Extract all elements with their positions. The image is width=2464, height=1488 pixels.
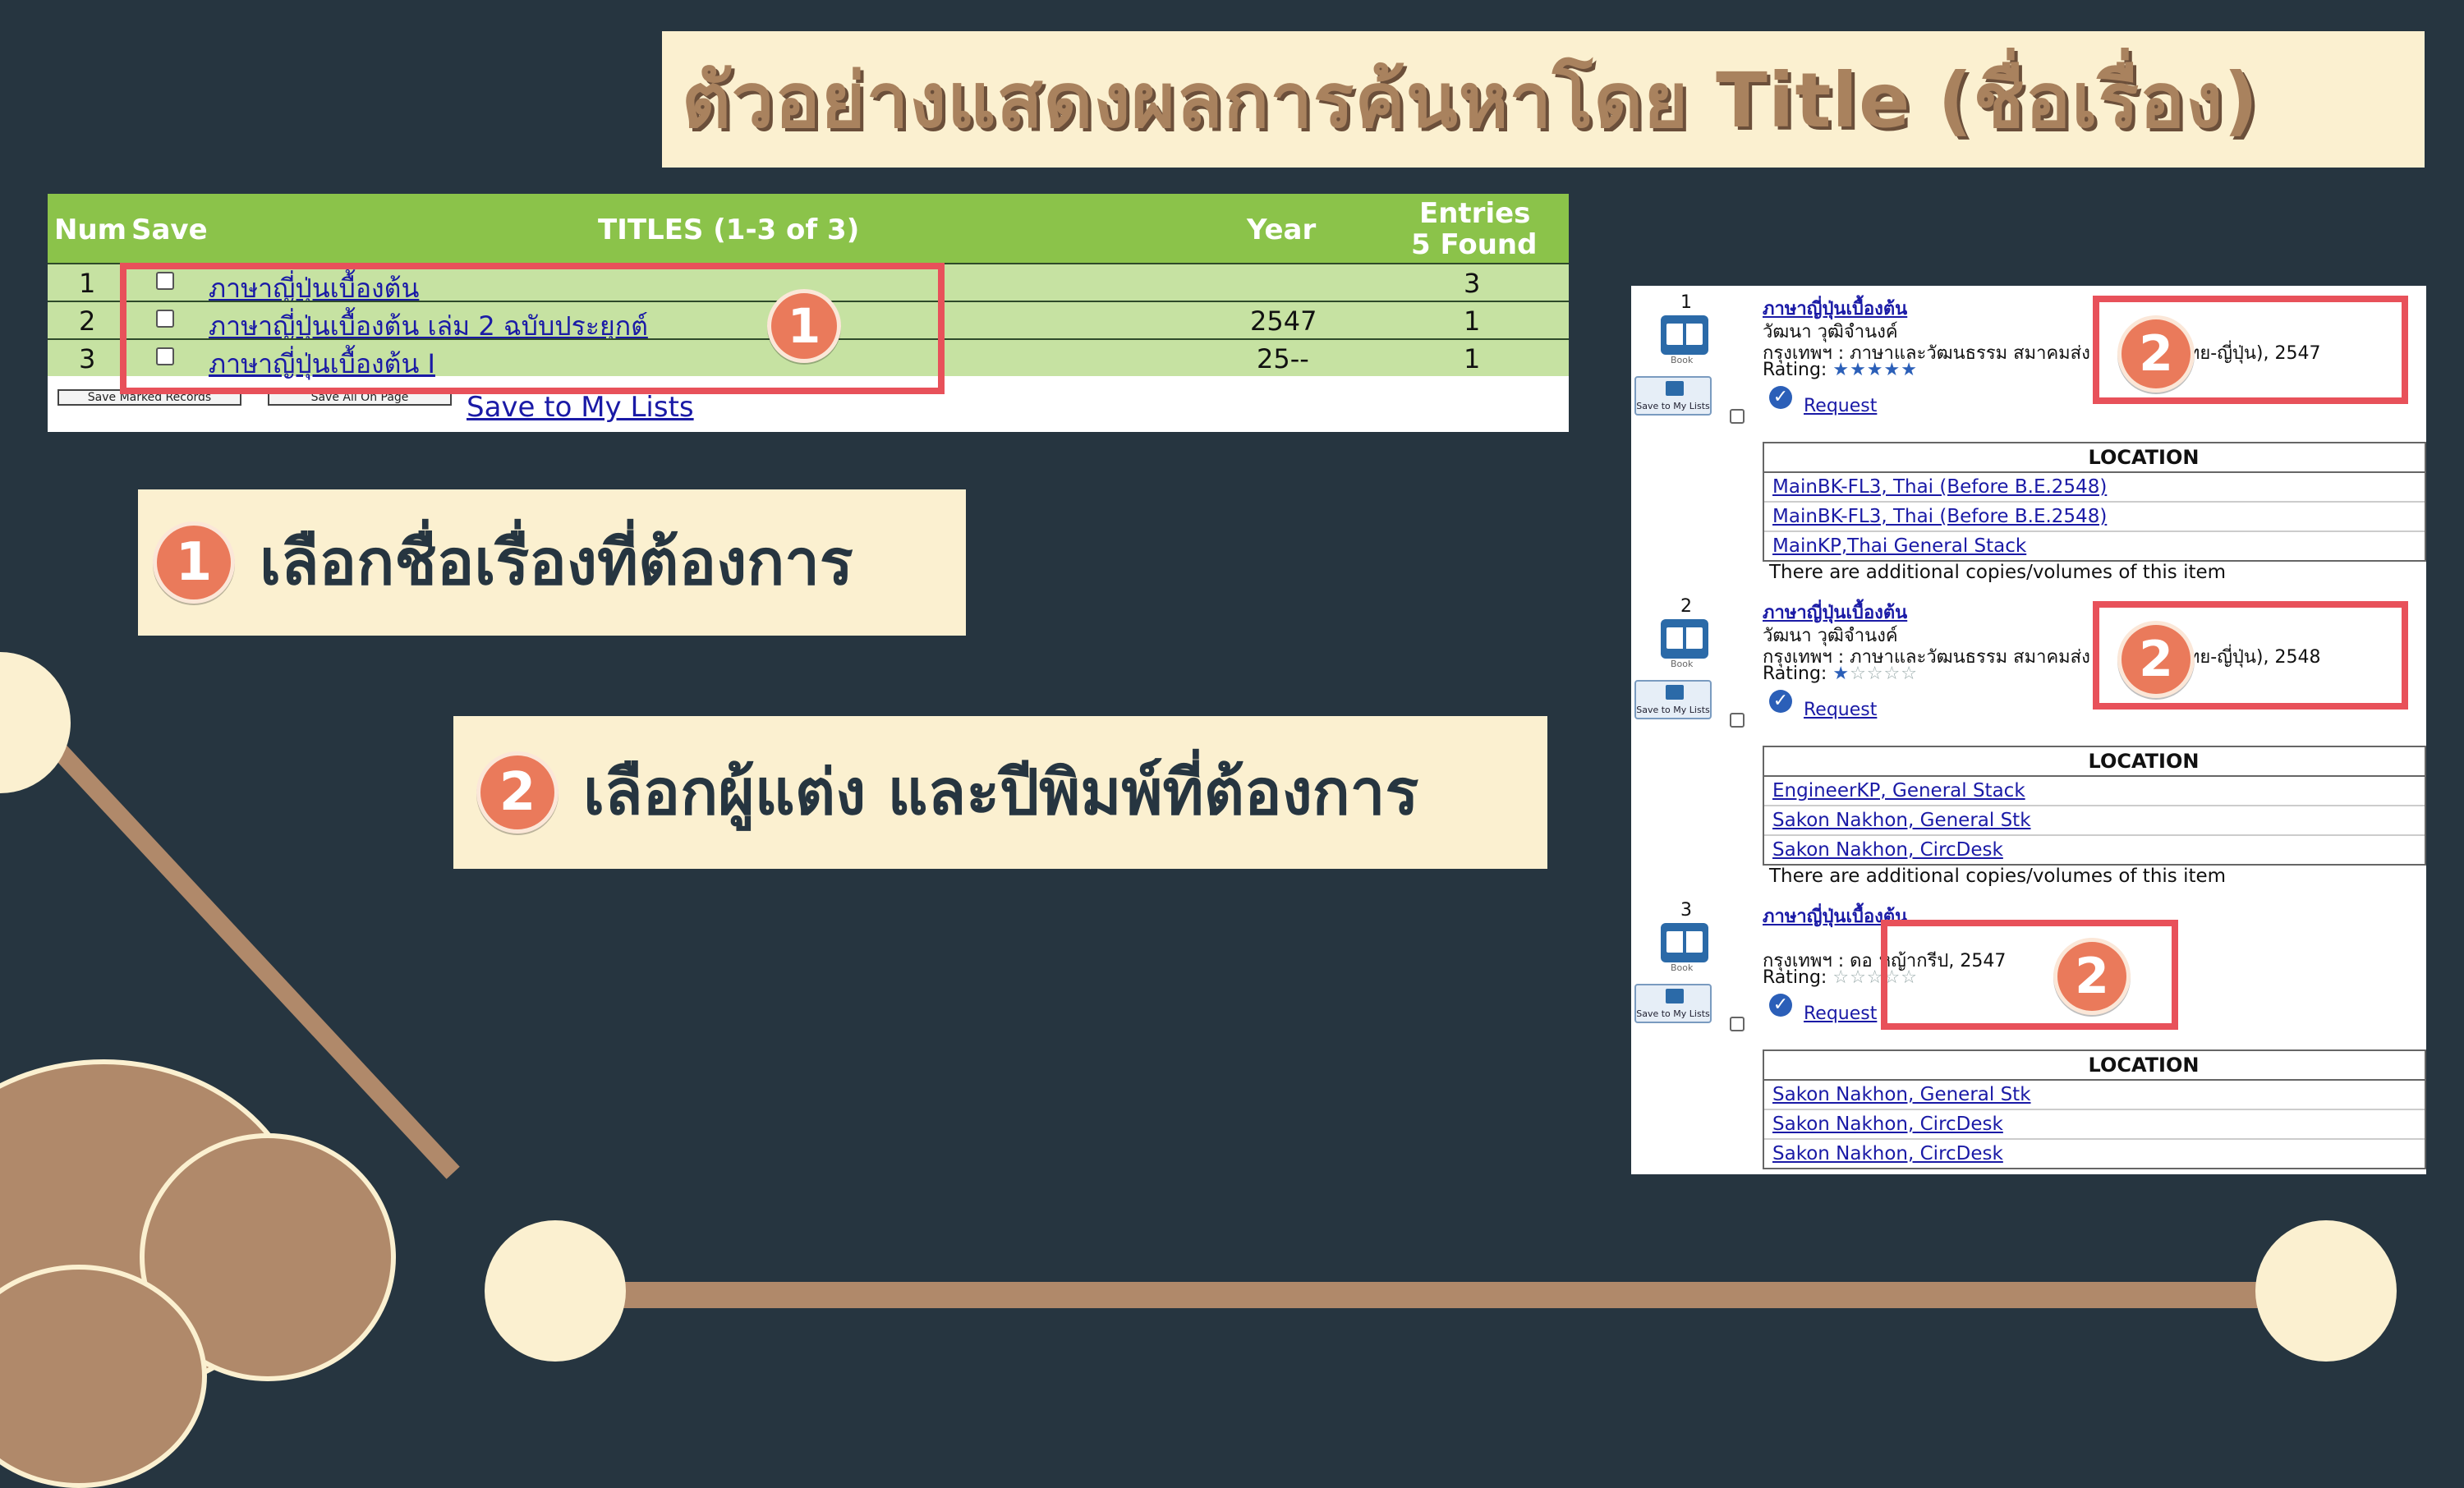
location-link[interactable]: MainKP,Thai General Stack [1772,535,2026,557]
check-icon: ✓ [1769,994,1792,1017]
header-num: Num [54,214,127,246]
location-link[interactable]: Sakon Nakhon, CircDesk [1772,839,2003,861]
record-rating: Rating: ★★★★★ [1763,360,1918,380]
header-entries-found: 5 Found [1411,228,1538,261]
record-save-checkbox[interactable] [1730,1017,1745,1031]
row-num: 1 [79,268,96,299]
badge-number-1: 1 [767,289,841,363]
highlight-box-author-year-3 [1881,920,2178,1030]
callout-1-number: 1 [153,521,235,604]
header-titles: TITLES (1-3 of 3) [598,214,860,246]
rating-stars: ★★★★★ [1832,360,1918,380]
check-icon: ✓ [1769,386,1792,409]
location-link[interactable]: Sakon Nakhon, CircDesk [1772,1114,2003,1135]
location-header: LOCATION [1764,1051,2425,1081]
save-to-list-icon[interactable]: Save to My Lists [1634,376,1712,416]
decor-circle-middle [485,1220,626,1362]
book-icon [1661,923,1708,962]
decor-circle-right [2255,1220,2397,1362]
slide-title: ตัวอย่างแสดงผลการค้นหาโดย Title (ชื่อเรื… [682,56,2259,145]
location-table: LOCATION EngineerKP, General Stack Sakon… [1763,746,2426,866]
additional-copies-note: There are additional copies/volumes of t… [1769,866,2227,887]
book-label: Book [1671,659,1694,669]
location-link[interactable]: MainBK-FL3, Thai (Before B.E.2548) [1772,476,2107,498]
save-to-list-icon[interactable]: Save to My Lists [1634,984,1712,1023]
request-link[interactable]: Request [1804,1003,1877,1024]
record-num: 2 [1680,596,1692,617]
badge-number-2: 2 [2053,938,2131,1015]
book-icon [1661,619,1708,659]
location-link[interactable]: Sakon Nakhon, General Stk [1772,1084,2031,1105]
location-link[interactable]: Sakon Nakhon, General Stk [1772,810,2031,831]
row-num: 2 [79,305,96,337]
save-to-my-lists-link[interactable]: Save to My Lists [467,391,694,424]
row-num: 3 [79,343,96,374]
record-rating: Rating: ★☆☆☆☆ [1763,664,1918,684]
save-to-list-icon[interactable]: Save to My Lists [1634,680,1712,719]
callout-2-text: เลือกผู้แต่ง และปีพิมพ์ที่ต้องการ [583,755,1419,829]
book-label: Book [1671,962,1694,973]
book-label: Book [1671,355,1694,365]
book-icon [1661,315,1708,355]
header-save: Save [131,214,208,246]
location-table: LOCATION MainBK-FL3, Thai (Before B.E.25… [1763,442,2426,562]
decor-horizontal-line [555,1282,2329,1308]
location-header: LOCATION [1764,747,2425,777]
callout-2-number: 2 [476,751,559,834]
callout-step-1: 1 เลือกชื่อเรื่องที่ต้องการ [138,489,966,636]
row-year: 2547 [1250,305,1317,337]
callout-1-text: เลือกชื่อเรื่องที่ต้องการ [260,526,853,599]
slide-title-banner: ตัวอย่างแสดงผลการค้นหาโดย Title (ชื่อเรื… [662,31,2425,168]
location-link[interactable]: Sakon Nakhon, CircDesk [1772,1143,2003,1164]
check-icon: ✓ [1769,690,1792,713]
location-link[interactable]: MainBK-FL3, Thai (Before B.E.2548) [1772,506,2107,527]
row-entries: 1 [1464,343,1481,374]
badge-number-2: 2 [2117,621,2195,698]
row-year: 25-- [1257,343,1309,374]
record-num: 3 [1680,900,1692,921]
record-num: 1 [1680,292,1692,313]
record-detail-panel: 1 Book Save to My Lists ภาษาญี่ปุ่นเบื้อ… [1631,286,2426,1174]
request-link[interactable]: Request [1804,700,1877,720]
request-link[interactable]: Request [1804,396,1877,416]
badge-number-2: 2 [2117,315,2195,393]
location-link[interactable]: EngineerKP, General Stack [1772,780,2025,801]
additional-copies-note: There are additional copies/volumes of t… [1769,562,2227,583]
rating-stars: ★ [1832,664,1850,684]
header-year: Year [1247,214,1317,246]
table-header: Num Save TITLES (1-3 of 3) Year Entries … [48,194,1569,263]
row-entries: 3 [1464,268,1481,299]
location-header: LOCATION [1764,443,2425,473]
header-entries: Entries [1419,197,1531,230]
callout-step-2: 2 เลือกผู้แต่ง และปีพิมพ์ที่ต้องการ [453,716,1547,869]
decor-circle-left [0,652,71,793]
record-save-checkbox[interactable] [1730,713,1745,728]
location-table: LOCATION Sakon Nakhon, General Stk Sakon… [1763,1049,2426,1169]
record-save-checkbox[interactable] [1730,409,1745,424]
row-entries: 1 [1464,305,1481,337]
